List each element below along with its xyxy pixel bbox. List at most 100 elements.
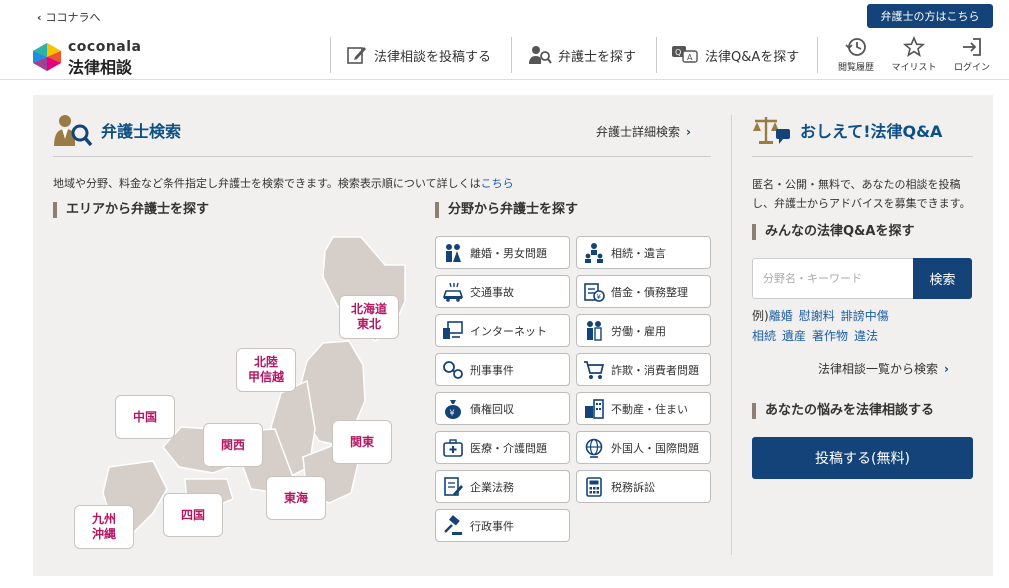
nav-history[interactable]: 閲覧履歴 (826, 36, 886, 76)
region-hokkaido-tohoku[interactable]: 北海道 東北 (339, 295, 399, 339)
keyword-link[interactable]: 著作物 (812, 329, 848, 343)
category-label: 離婚・男女問題 (470, 246, 547, 260)
region-label: 北海道 (350, 302, 387, 316)
chevron-right-icon: › (944, 362, 949, 376)
header: ‹ ココナラへ 弁護士の方はこちら coconala 法律相談 法律相談を投稿する… (0, 0, 1009, 80)
nav-find-qa[interactable]: QA 法律Q&Aを探す (671, 37, 799, 73)
category-inheritance[interactable]: 相続・遺言 (576, 236, 711, 269)
category-label: 外国人・国際問題 (611, 441, 699, 455)
category-labor[interactable]: 労働・雇用 (576, 314, 711, 347)
category-debt[interactable]: ¥ 借金・債務整理 (576, 275, 711, 308)
divider (752, 156, 973, 157)
keyword-link[interactable]: 遺産 (782, 329, 806, 343)
couple-icon (446, 243, 461, 262)
nav-mylist[interactable]: マイリスト (884, 36, 944, 76)
qa-intro: 匿名・公開・無料で、あなたの相談を投稿し、弁護士からアドバイスを募集できます。 (752, 178, 971, 210)
keyword-link[interactable]: 誹謗中傷 (841, 309, 889, 323)
qa-search-input[interactable] (752, 258, 913, 299)
category-criminal[interactable]: 刑事事件 (435, 353, 570, 386)
nav-divider (330, 37, 331, 73)
region-shikoku[interactable]: 四国 (163, 493, 223, 537)
nav-label: 弁護士を探す (558, 49, 637, 65)
nav-divider (511, 37, 512, 73)
lawyer-search-icon (529, 46, 552, 64)
worker-icon (587, 320, 602, 341)
category-traffic-accident[interactable]: 交通事故 (435, 275, 570, 308)
category-label: 債権回収 (470, 402, 514, 416)
nav-label: マイリスト (891, 63, 937, 73)
keyword-link[interactable]: 相続 (752, 329, 776, 343)
region-tokai[interactable]: 東海 (266, 476, 326, 520)
car-accident-icon (442, 282, 464, 302)
divider (53, 156, 711, 157)
category-label: 不動産・住まい (611, 402, 688, 416)
region-chugoku[interactable]: 中国 (115, 395, 175, 439)
region-label: 甲信越 (247, 370, 284, 384)
find-qa-heading: みんなの法律Q&Aを探す (752, 224, 914, 240)
detailed-search-link[interactable]: 弁護士詳細検索 › (596, 123, 691, 140)
svg-text:A: A (687, 53, 693, 62)
category-medical-care[interactable]: 医療・介護問題 (435, 431, 570, 464)
nav-post-consultation[interactable]: 法律相談を投稿する (346, 37, 491, 73)
debt-icon: ¥ (584, 282, 605, 302)
category-label: 刑事事件 (470, 363, 514, 377)
category-internet[interactable]: インターネット (435, 314, 570, 347)
category-label: 税務訴訟 (611, 480, 655, 494)
section-title-text: おしえて!法律Q&A (800, 122, 943, 141)
chevron-left-icon: ‹ (37, 11, 42, 24)
for-lawyers-button[interactable]: 弁護士の方はこちら (867, 4, 993, 28)
logo[interactable]: coconala 法律相談 (32, 39, 162, 77)
lawyer-search-intro: 地域や分野、料金など条件指定し弁護士を検索できます。検索表示順について詳しくはこ… (53, 175, 514, 191)
category-debt-collection[interactable]: ¥ 債権回収 (435, 392, 570, 425)
category-corporate-law[interactable]: 企業法務 (435, 470, 570, 503)
chevron-right-icon: › (686, 125, 691, 139)
nav-login[interactable]: ログイン (942, 36, 1002, 76)
handcuffs-icon (443, 360, 463, 379)
category-divorce[interactable]: 離婚・男女問題 (435, 236, 570, 269)
region-kanto[interactable]: 関東 (332, 420, 392, 464)
category-label: インターネット (470, 324, 547, 338)
coconala-logo-icon (33, 43, 61, 71)
gavel-icon (444, 514, 462, 535)
examples-prefix: 例) (752, 309, 769, 323)
calculator-icon (586, 476, 602, 497)
nav-label: 法律相談を投稿する (374, 49, 492, 65)
category-label: 相続・遺言 (611, 246, 666, 260)
category-real-estate[interactable]: 不動産・住まい (576, 392, 711, 425)
consult-heading: あなたの悩みを法律相談する (752, 403, 934, 419)
region-kyushu-okinawa[interactable]: 九州 沖縄 (74, 505, 134, 549)
lawyer-search-title: 弁護士検索 (53, 113, 181, 147)
scales-qa-icon (753, 117, 790, 144)
category-tax-litigation[interactable]: 税務訴訟 (576, 470, 711, 503)
category-label: 医療・介護問題 (470, 441, 547, 455)
main-panel: 弁護士検索 弁護士詳細検索 › 地域や分野、料金など条件指定し弁護士を検索できます… (33, 95, 993, 576)
consultation-list-link[interactable]: 法律相談一覧から検索 › (818, 360, 949, 377)
qa-title: おしえて!法律Q&A (752, 113, 942, 147)
region-kansai[interactable]: 関西 (203, 423, 263, 467)
area-heading: エリアから弁護士を探す (53, 202, 209, 218)
keyword-link[interactable]: 離婚 (769, 309, 793, 323)
logo-text-en: coconala (68, 39, 142, 55)
nav-label: 法律Q&Aを探す (705, 49, 800, 65)
post-consultation-button[interactable]: 投稿する(無料) (752, 437, 973, 479)
qa-search-button[interactable]: 検索 (913, 258, 972, 299)
contract-icon (444, 476, 463, 496)
section-title-text: 弁護士検索 (101, 122, 182, 141)
category-administrative[interactable]: 行政事件 (435, 509, 570, 542)
region-hokuriku-koshinetsu[interactable]: 北陸 甲信越 (236, 348, 296, 392)
nav-divider (656, 37, 657, 73)
category-fraud-consumer[interactable]: 詐欺・消費者問題 (576, 353, 711, 386)
nav-divider (817, 37, 818, 73)
search-order-link[interactable]: こちら (481, 177, 514, 190)
building-icon (585, 398, 604, 419)
region-label: 東北 (356, 317, 381, 331)
category-international[interactable]: 外国人・国際問題 (576, 431, 711, 464)
svg-text:¥: ¥ (450, 408, 455, 417)
back-to-coconala-link[interactable]: ‹ ココナラへ (37, 9, 101, 25)
keyword-link[interactable]: 違法 (854, 329, 878, 343)
keyword-link[interactable]: 慰謝料 (799, 309, 835, 323)
category-label: 借金・債務整理 (611, 285, 688, 299)
nav-find-lawyer[interactable]: 弁護士を探す (528, 37, 636, 73)
svg-text:Q: Q (675, 48, 681, 57)
list-link-label: 法律相談一覧から検索 (818, 362, 939, 376)
